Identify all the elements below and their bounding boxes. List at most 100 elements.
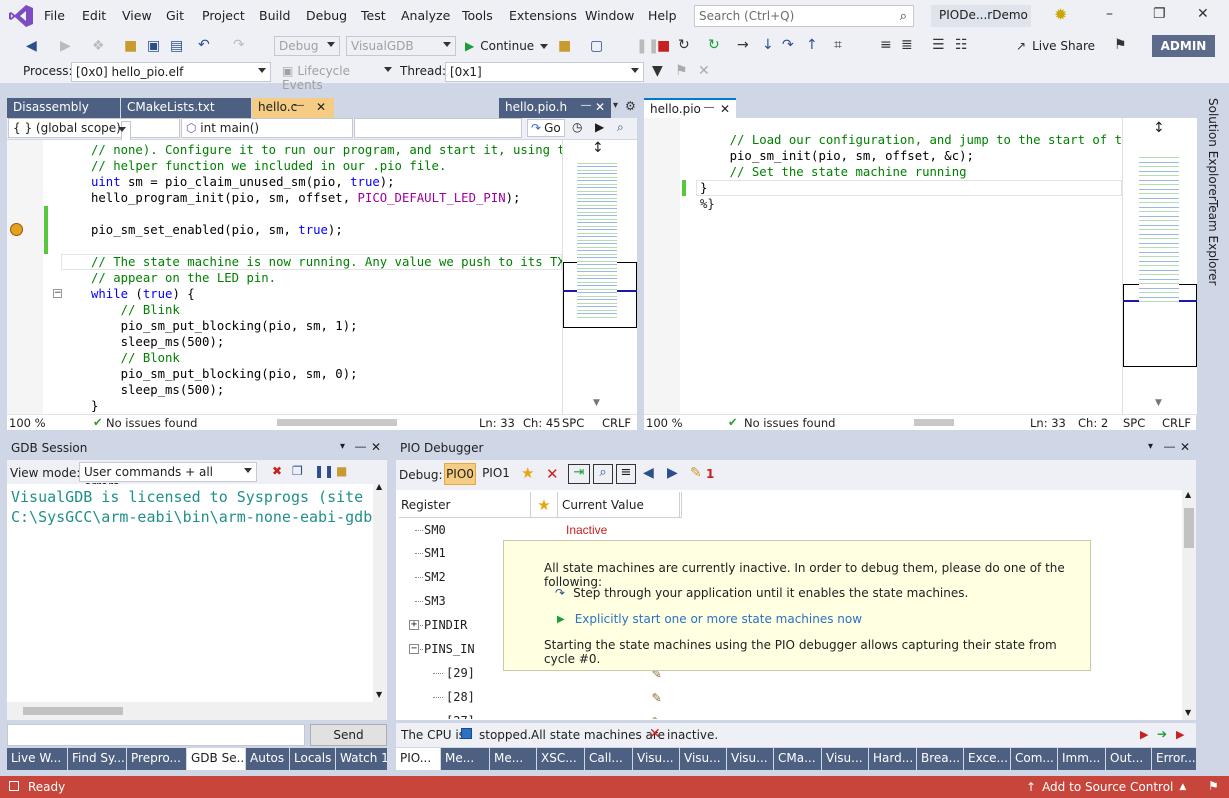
menu-analyze[interactable]: Analyze bbox=[401, 8, 450, 23]
tab-hello-c[interactable]: hello.c ― ✕ bbox=[252, 98, 334, 118]
bottom-tab[interactable]: Find Sy... bbox=[68, 748, 126, 770]
configuration-combo[interactable]: Debug bbox=[274, 36, 340, 56]
line-endings[interactable]: CRLF bbox=[602, 416, 631, 430]
minimize-icon[interactable]: – bbox=[1106, 6, 1113, 22]
bottom-tab[interactable]: Brea... bbox=[917, 748, 963, 770]
menu-test[interactable]: Test bbox=[361, 8, 386, 23]
pin-icon[interactable]: ― bbox=[294, 100, 304, 111]
show-next-icon[interactable]: → bbox=[737, 37, 749, 53]
save-icon[interactable]: ▣ bbox=[147, 38, 160, 54]
bottom-tab[interactable]: GDB Se... bbox=[187, 748, 245, 770]
menu-build[interactable]: Build bbox=[259, 8, 290, 23]
flag-clear-icon[interactable]: ✕ bbox=[698, 63, 710, 79]
menu-view[interactable]: View bbox=[122, 8, 152, 23]
zoom-level[interactable]: 100 % bbox=[646, 416, 683, 430]
platform-combo[interactable]: VisualGDB bbox=[346, 36, 456, 56]
open-folder-icon[interactable]: ■ bbox=[124, 38, 137, 54]
menu-git[interactable]: Git bbox=[166, 8, 184, 23]
close-tab-icon[interactable]: ✕ bbox=[316, 100, 326, 114]
pin-icon[interactable]: ― bbox=[355, 440, 366, 453]
lifecycle-events-combo[interactable]: ▣ Lifecycle Events bbox=[278, 62, 396, 92]
clear-icon[interactable]: ✖ bbox=[272, 464, 282, 478]
folder-icon[interactable]: ■ bbox=[336, 464, 347, 478]
function-combo[interactable]: ⬡ int main() bbox=[181, 118, 353, 138]
undo-icon[interactable]: ↶ bbox=[198, 37, 210, 53]
step-into-icon[interactable]: ↓ bbox=[762, 37, 774, 53]
hex-icon[interactable]: ⌗ bbox=[834, 37, 842, 53]
bottom-tab[interactable]: XSC... bbox=[537, 748, 584, 770]
outdent-icon[interactable]: ≣ bbox=[901, 37, 913, 53]
copy-icon[interactable]: ❐ bbox=[292, 464, 303, 478]
dropdown-icon[interactable]: ▾ bbox=[1148, 441, 1153, 452]
close-tab-icon[interactable]: ✕ bbox=[595, 100, 605, 114]
register-row[interactable]: [27] ✎ bbox=[400, 710, 700, 719]
bottom-tab[interactable]: Autos bbox=[246, 748, 289, 770]
next-icon[interactable]: ▶ bbox=[667, 465, 678, 481]
expand-icon[interactable]: + bbox=[409, 620, 419, 630]
split-icon[interactable]: ↕ bbox=[592, 140, 604, 156]
pin-icon[interactable]: ― bbox=[581, 100, 591, 111]
bottom-tab[interactable]: Locals bbox=[290, 748, 335, 770]
bottom-tab[interactable]: Visu... bbox=[680, 748, 726, 770]
search-icon[interactable]: ⌕ bbox=[617, 120, 624, 135]
menu-file[interactable]: File bbox=[44, 8, 65, 23]
menu-project[interactable]: Project bbox=[202, 8, 245, 23]
right-code-editor[interactable]: // Load our configuration, and jump to t… bbox=[644, 118, 1122, 414]
screen-icon[interactable]: ▢ bbox=[590, 38, 603, 54]
menu-help[interactable]: Help bbox=[648, 8, 677, 23]
continue-button[interactable]: ▶ Continue bbox=[465, 38, 549, 54]
run-icon[interactable]: ▶ bbox=[1140, 728, 1148, 741]
bottom-tab[interactable]: Prepro... bbox=[127, 748, 186, 770]
restore-icon[interactable]: ❐ bbox=[1153, 6, 1166, 22]
notifications-icon[interactable]: ⚑ bbox=[1208, 779, 1219, 793]
start-state-machines-link[interactable]: Explicitly start one or more state machi… bbox=[575, 612, 862, 626]
horizontal-scrollbar[interactable] bbox=[914, 419, 954, 426]
refresh-icon[interactable]: ↻ bbox=[708, 37, 720, 53]
tab-disassembly[interactable]: Disassembly bbox=[7, 98, 120, 118]
flag-icon[interactable]: ⚑ bbox=[675, 63, 688, 79]
vertical-scrollbar[interactable]: ▲ ▼ bbox=[1182, 490, 1196, 720]
edit-pencil-icon[interactable]: ✎ bbox=[652, 712, 661, 719]
gear-icon[interactable]: ⚙ bbox=[625, 99, 636, 113]
pin-icon[interactable]: ― bbox=[704, 102, 714, 113]
bottom-tab[interactable]: Imm... bbox=[1058, 748, 1105, 770]
right-minimap[interactable]: ↕ ▼ bbox=[1122, 118, 1197, 414]
bottom-tab[interactable]: Call... bbox=[585, 748, 632, 770]
gdb-horizontal-scrollbar[interactable] bbox=[7, 702, 387, 720]
bottom-tab[interactable]: Visu... bbox=[633, 748, 679, 770]
gdb-output[interactable]: VisualGDB is licensed to Sysprogs (site … bbox=[7, 482, 387, 702]
close-panel-icon[interactable]: ✕ bbox=[1180, 440, 1190, 454]
step-out-icon[interactable]: ↑ bbox=[806, 37, 818, 53]
view-mode-combo[interactable]: User commands + all errors bbox=[79, 462, 257, 493]
bottom-tab[interactable]: Me... bbox=[490, 748, 536, 770]
tab-pio1[interactable]: PIO1 bbox=[480, 463, 512, 485]
tip-option-step[interactable]: ↷ Step through your application until it… bbox=[555, 586, 968, 600]
thread-combo[interactable]: [0x1] bbox=[445, 62, 644, 82]
bottom-tab[interactable]: Visu... bbox=[822, 748, 868, 770]
close-window-icon[interactable]: ✕ bbox=[1197, 6, 1209, 22]
collapse-icon[interactable]: − bbox=[409, 644, 419, 654]
dropdown-icon[interactable]: ▾ bbox=[340, 441, 345, 452]
scroll-down-icon[interactable]: ▼ bbox=[1155, 398, 1162, 408]
collapse-icon[interactable]: − bbox=[53, 289, 62, 298]
feedback-icon[interactable]: ⚑ bbox=[1114, 37, 1127, 53]
horizontal-scrollbar[interactable] bbox=[277, 419, 397, 426]
left-minimap[interactable]: ↕ ▼ bbox=[562, 140, 637, 414]
edit-pencil-icon[interactable]: ✎ bbox=[652, 688, 661, 706]
pause-log-icon[interactable]: ❚❚ bbox=[314, 464, 334, 478]
comment-icon[interactable]: ☰ bbox=[932, 37, 945, 53]
issues-status[interactable]: No issues found bbox=[744, 416, 835, 430]
split-icon[interactable]: ↕ bbox=[1153, 120, 1165, 136]
live-share-button[interactable]: ↗ Live Share bbox=[1016, 39, 1095, 53]
previous-icon[interactable]: ◀ bbox=[643, 465, 654, 481]
tab-hello-pio-h[interactable]: hello.pio.h ― ✕ bbox=[499, 98, 611, 118]
tab-pio0[interactable]: PIO0 bbox=[444, 463, 476, 485]
column-current-value[interactable]: Current Value bbox=[560, 492, 680, 518]
new-item-icon[interactable]: ❖ bbox=[92, 38, 105, 54]
stopwatch-icon[interactable]: ◷ bbox=[572, 120, 582, 134]
search-input[interactable]: Search (Ctrl+Q) ⌕ bbox=[694, 5, 914, 27]
back-icon[interactable]: ◀ bbox=[26, 38, 37, 54]
bottom-tab[interactable]: PIO... bbox=[396, 748, 440, 770]
indent-icon[interactable]: ≡ bbox=[880, 37, 892, 53]
scope-combo[interactable]: { } (global scope) bbox=[8, 118, 180, 141]
